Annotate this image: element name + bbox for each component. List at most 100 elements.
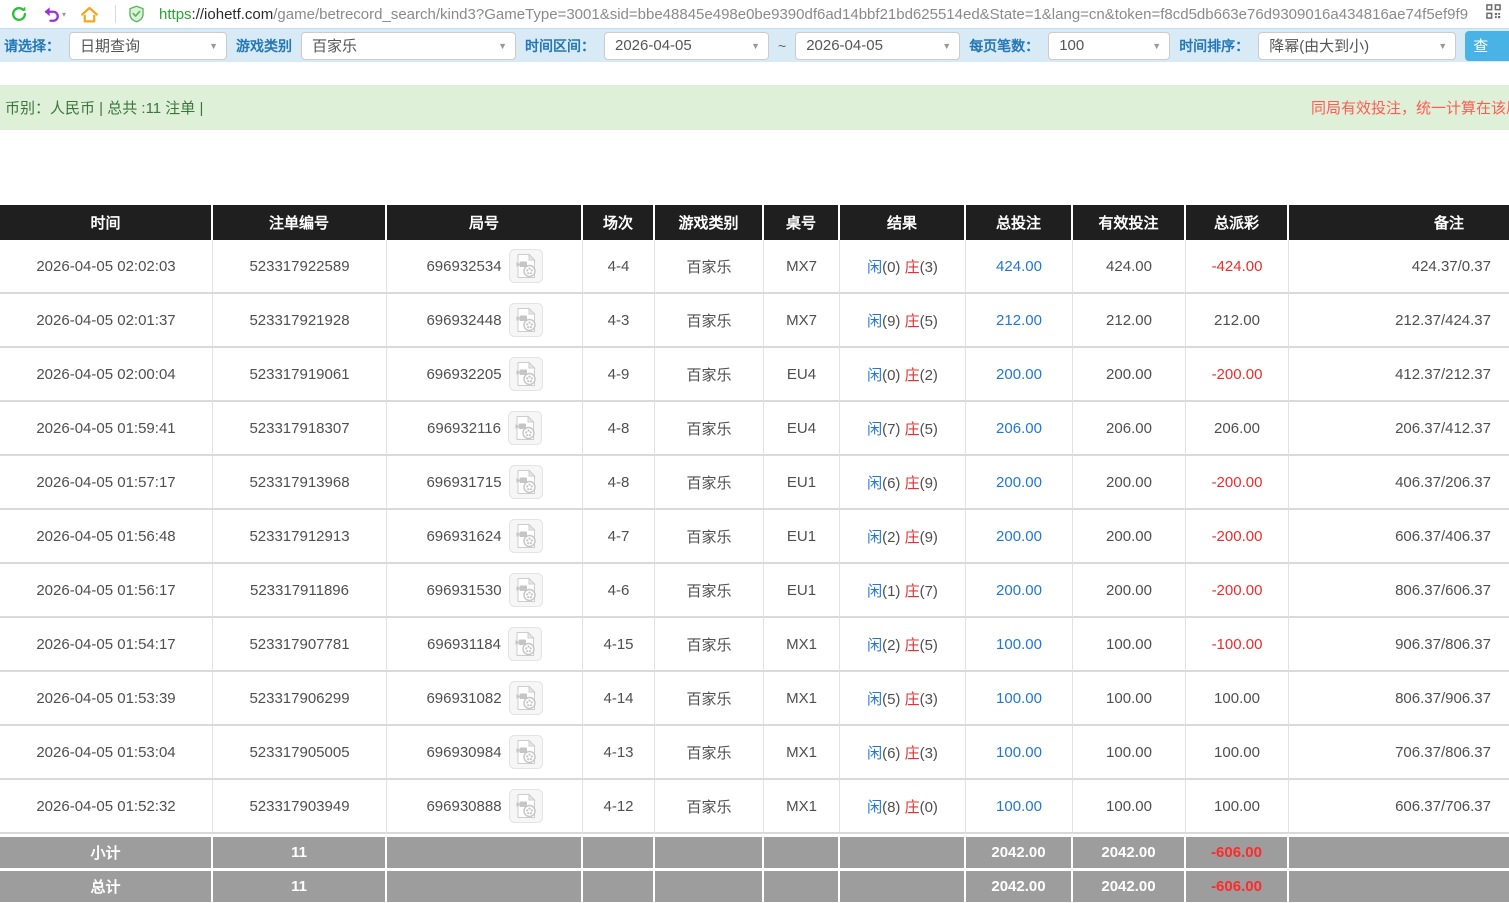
- cell-bet-number: 523317919061: [213, 348, 387, 402]
- round-number-text: 696932116: [427, 420, 501, 437]
- result-banker-label: 庄: [905, 259, 920, 276]
- cell-total-bet[interactable]: 100.00: [966, 618, 1073, 672]
- cell-result: 闲(0) 庄(2): [840, 348, 966, 402]
- cell-game-type: 百家乐: [655, 510, 764, 564]
- cell-total-payout: 100.00: [1186, 726, 1289, 780]
- video-replay-button[interactable]: [509, 357, 543, 391]
- result-banker-score: (9): [920, 529, 938, 546]
- cell-note: 206.37/412.37: [1289, 402, 1509, 456]
- footer-empty: [387, 834, 583, 868]
- qr-code-icon[interactable]: [1486, 4, 1501, 24]
- url-host: ://iohetf.com: [192, 6, 274, 23]
- cell-note: 406.37/206.37: [1289, 456, 1509, 510]
- cell-total-bet[interactable]: 200.00: [966, 348, 1073, 402]
- cell-valid-bet: 200.00: [1073, 510, 1186, 564]
- query-type-select[interactable]: 日期查询 ▼: [69, 32, 227, 60]
- home-icon[interactable]: [80, 5, 99, 24]
- page-size-select[interactable]: 100 ▼: [1048, 32, 1170, 60]
- cell-total-bet[interactable]: 424.00: [966, 240, 1073, 294]
- cell-total-bet[interactable]: 100.00: [966, 672, 1073, 726]
- cell-total-bet[interactable]: 100.00: [966, 726, 1073, 780]
- security-shield-icon[interactable]: [128, 5, 145, 23]
- query-type-value: 日期查询: [80, 35, 140, 56]
- cell-total-bet[interactable]: 200.00: [966, 564, 1073, 618]
- video-replay-button[interactable]: [509, 681, 543, 715]
- cell-round-number: 696930984: [387, 726, 583, 780]
- cell-round-number: 696931184: [387, 618, 583, 672]
- video-file-icon: [509, 735, 543, 769]
- cell-total-bet[interactable]: 206.00: [966, 402, 1073, 456]
- cell-total-payout: -200.00: [1186, 564, 1289, 618]
- table-header-row: 时间 注单编号 局号 场次 游戏类别 桌号 结果 总投注 有效投注 总派彩 备注: [0, 205, 1509, 240]
- cell-game-type: 百家乐: [655, 294, 764, 348]
- footer-valid-bet: 2042.00: [1073, 834, 1186, 868]
- cell-valid-bet: 100.00: [1073, 726, 1186, 780]
- cell-time: 2026-04-05 01:56:17: [0, 564, 213, 618]
- cell-valid-bet: 200.00: [1073, 564, 1186, 618]
- video-replay-button[interactable]: [509, 573, 543, 607]
- cell-bet-number: 523317907781: [213, 618, 387, 672]
- back-icon[interactable]: ▾: [42, 5, 66, 23]
- cell-table-number: EU1: [764, 456, 840, 510]
- result-banker-label: 庄: [905, 691, 920, 708]
- cell-total-payout: 100.00: [1186, 672, 1289, 726]
- footer-empty: [655, 868, 764, 902]
- cell-total-payout: 212.00: [1186, 294, 1289, 348]
- filter-bar: 请选择： 日期查询 ▼ 游戏类别 百家乐 ▼ 时间区间： 2026-04-05 …: [0, 28, 1509, 62]
- date-to-select[interactable]: 2026-04-05 ▼: [795, 32, 960, 60]
- video-replay-button[interactable]: [509, 735, 543, 769]
- cell-game-type: 百家乐: [655, 402, 764, 456]
- cell-table-number: MX1: [764, 618, 840, 672]
- cell-total-bet[interactable]: 200.00: [966, 510, 1073, 564]
- col-total-payout: 总派彩: [1186, 205, 1289, 240]
- result-banker-label: 庄: [905, 475, 920, 492]
- cell-bet-number: 523317921928: [213, 294, 387, 348]
- game-type-select[interactable]: 百家乐 ▼: [301, 32, 516, 60]
- video-file-icon: [509, 303, 543, 337]
- video-replay-button[interactable]: [508, 627, 542, 661]
- video-file-icon: [509, 681, 543, 715]
- back-dropdown-caret[interactable]: ▾: [62, 10, 66, 19]
- time-sort-select[interactable]: 降幂(由大到小) ▼: [1258, 32, 1456, 60]
- col-note: 备注: [1289, 205, 1509, 240]
- cell-round-number: 696931082: [387, 672, 583, 726]
- round-number-wrap: 696931715: [387, 465, 582, 499]
- round-number-wrap: 696930984: [387, 735, 582, 769]
- search-button[interactable]: 查: [1465, 31, 1509, 61]
- chevron-down-icon: ▼: [751, 41, 760, 51]
- footer-empty: [583, 868, 655, 902]
- video-file-icon: [508, 627, 542, 661]
- cell-table-number: MX7: [764, 240, 840, 294]
- cell-bet-number: 523317918307: [213, 402, 387, 456]
- video-replay-button[interactable]: [509, 465, 543, 499]
- table-row: 2026-04-05 02:02:03523317922589696932534…: [0, 240, 1509, 294]
- cell-session: 4-12: [583, 780, 655, 834]
- result-banker-score: (3): [920, 745, 938, 762]
- video-replay-button[interactable]: [509, 519, 543, 553]
- video-replay-button[interactable]: [509, 303, 543, 337]
- cell-bet-number: 523317905005: [213, 726, 387, 780]
- cell-total-bet[interactable]: 200.00: [966, 456, 1073, 510]
- date-from-select[interactable]: 2026-04-05 ▼: [604, 32, 769, 60]
- video-replay-button[interactable]: [509, 789, 543, 823]
- video-replay-button[interactable]: [508, 411, 542, 445]
- result-player-label: 闲: [867, 799, 882, 816]
- cell-time: 2026-04-05 02:01:37: [0, 294, 213, 348]
- address-bar[interactable]: https://iohetf.com/game/betrecord_search…: [159, 6, 1480, 23]
- cell-valid-bet: 100.00: [1073, 780, 1186, 834]
- cell-total-bet[interactable]: 212.00: [966, 294, 1073, 348]
- table-row: 2026-04-05 01:53:04523317905005696930984…: [0, 726, 1509, 780]
- footer-payout: -606.00: [1186, 834, 1289, 868]
- cell-session: 4-3: [583, 294, 655, 348]
- video-replay-button[interactable]: [509, 249, 543, 283]
- result-banker-label: 庄: [905, 421, 920, 438]
- cell-total-payout: -100.00: [1186, 618, 1289, 672]
- footer-empty: [764, 834, 840, 868]
- table-row: 2026-04-05 01:52:32523317903949696930888…: [0, 780, 1509, 834]
- cell-time: 2026-04-05 01:56:48: [0, 510, 213, 564]
- cell-session: 4-4: [583, 240, 655, 294]
- refresh-icon[interactable]: [10, 5, 28, 23]
- cell-session: 4-15: [583, 618, 655, 672]
- table-row: 2026-04-05 02:00:04523317919061696932205…: [0, 348, 1509, 402]
- cell-total-bet[interactable]: 100.00: [966, 780, 1073, 834]
